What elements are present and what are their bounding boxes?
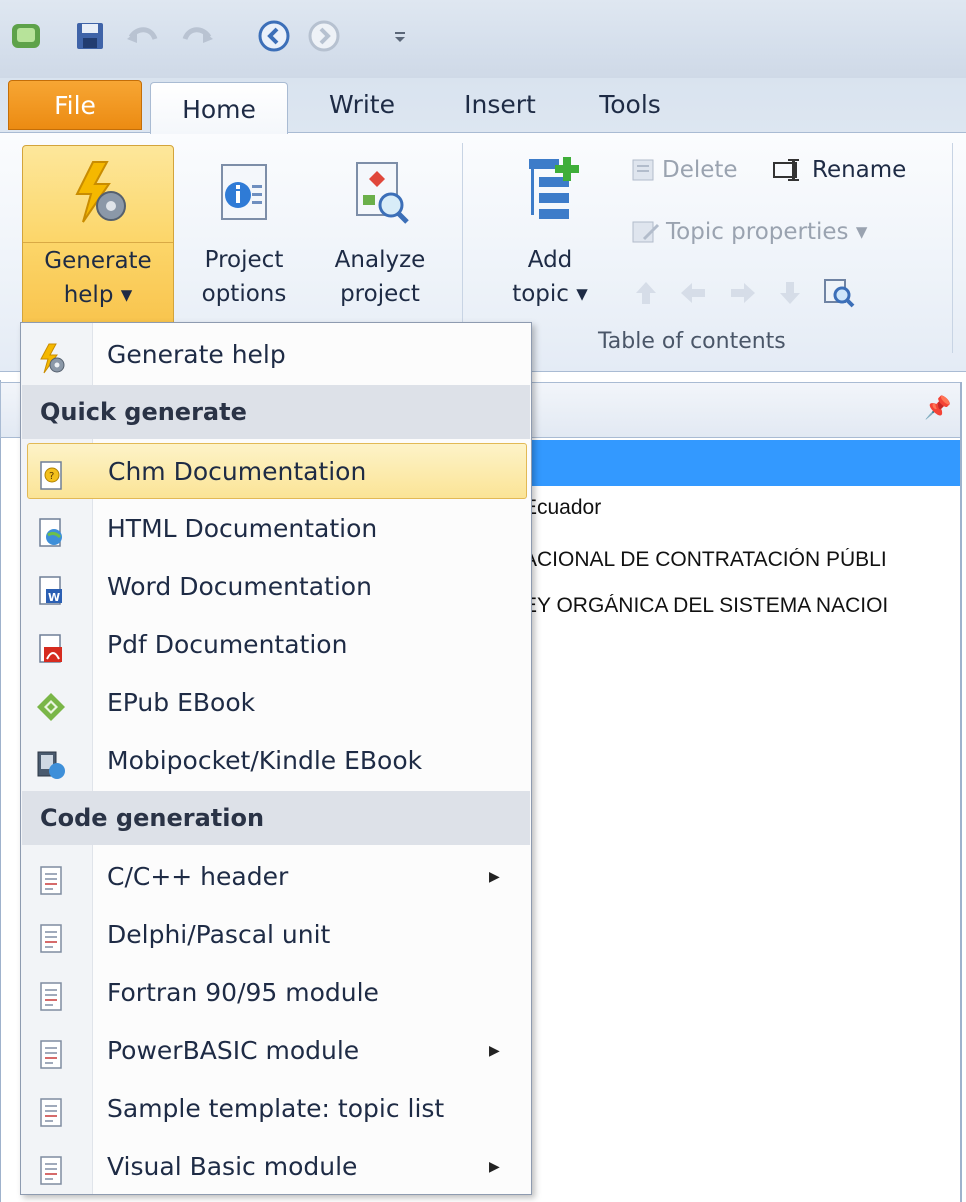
rename-button[interactable]: Rename bbox=[772, 157, 906, 183]
ribbon-tabs: File Home Write Insert Tools bbox=[0, 78, 966, 134]
code-file-icon bbox=[35, 861, 67, 895]
back-icon[interactable] bbox=[256, 18, 292, 54]
split-divider bbox=[23, 242, 173, 243]
menu-item-c-cpp-header[interactable]: C/C++ header ▶ bbox=[21, 849, 531, 905]
generate-help-icon bbox=[23, 160, 173, 234]
customize-qat-icon[interactable] bbox=[382, 18, 418, 54]
generate-help-icon bbox=[35, 339, 67, 374]
project-options-icon bbox=[184, 161, 304, 231]
save-icon[interactable] bbox=[72, 18, 108, 54]
analyze-project-label-2: project bbox=[340, 281, 420, 307]
tree-item[interactable]: ACIONAL DE CONTRATACIÓN PÚBLI bbox=[523, 548, 960, 572]
menu-heading-code-generation: Code generation bbox=[22, 791, 530, 845]
submenu-arrow-icon: ▶ bbox=[489, 1159, 500, 1175]
delete-button[interactable]: Delete bbox=[630, 157, 738, 183]
tree-item[interactable]: ) bbox=[523, 638, 960, 662]
tab-insert[interactable]: Insert bbox=[440, 78, 560, 132]
chm-document-icon: ? bbox=[36, 456, 68, 490]
menu-item-fortran-module[interactable]: Fortran 90/95 module bbox=[21, 965, 531, 1021]
code-file-icon bbox=[35, 1035, 67, 1069]
add-topic-label-1: Add bbox=[527, 247, 573, 273]
move-left-icon[interactable] bbox=[678, 281, 708, 305]
pin-icon[interactable]: 📌 bbox=[924, 396, 951, 421]
analyze-project-button[interactable]: Analyze project bbox=[316, 145, 444, 335]
html-document-icon bbox=[35, 513, 67, 547]
add-topic-label-2: topic ▾ bbox=[512, 281, 588, 307]
pdf-document-icon bbox=[35, 629, 67, 663]
menu-item-sample-template-topic-list[interactable]: Sample template: topic list bbox=[21, 1081, 531, 1137]
delete-label: Delete bbox=[662, 157, 738, 183]
menu-item-visual-basic-module[interactable]: Visual Basic module ▶ bbox=[21, 1139, 531, 1195]
analyze-project-label-1: Analyze bbox=[334, 247, 426, 273]
menu-item-generate-help[interactable]: Generate help bbox=[21, 327, 531, 383]
code-file-icon bbox=[35, 919, 67, 953]
add-topic-button[interactable]: Add topic ▾ bbox=[490, 145, 610, 335]
app-icon[interactable] bbox=[8, 18, 44, 54]
add-topic-icon bbox=[490, 155, 610, 235]
title-bar bbox=[0, 0, 966, 78]
menu-item-chm-documentation[interactable]: ? Chm Documentation bbox=[27, 443, 527, 499]
project-options-label-2: options bbox=[201, 281, 287, 307]
menu-item-epub-ebook[interactable]: EPub EBook bbox=[21, 675, 531, 731]
submenu-arrow-icon: ▶ bbox=[489, 1043, 500, 1059]
menu-item-html-documentation[interactable]: HTML Documentation bbox=[21, 501, 531, 557]
menu-item-delphi-pascal-unit[interactable]: Delphi/Pascal unit bbox=[21, 907, 531, 963]
tab-home[interactable]: Home bbox=[150, 82, 288, 134]
kindle-icon bbox=[35, 745, 67, 779]
menu-item-mobipocket-kindle-ebook[interactable]: Mobipocket/Kindle EBook bbox=[21, 733, 531, 789]
generate-help-button[interactable]: Generate help ▾ bbox=[22, 145, 174, 335]
rename-label: Rename bbox=[812, 157, 907, 183]
forward-icon[interactable] bbox=[306, 18, 342, 54]
rename-icon bbox=[773, 159, 799, 181]
word-document-icon: W bbox=[35, 571, 67, 605]
move-toolbar bbox=[634, 277, 856, 309]
tab-file[interactable]: File bbox=[8, 80, 142, 130]
tree-selected-row[interactable] bbox=[520, 440, 960, 486]
move-up-icon[interactable] bbox=[634, 279, 658, 307]
topic-properties-icon bbox=[632, 221, 660, 243]
tab-tools[interactable]: Tools bbox=[570, 78, 690, 132]
move-right-icon[interactable] bbox=[728, 281, 758, 305]
undo-icon[interactable] bbox=[124, 18, 160, 54]
project-options-label-1: Project bbox=[204, 247, 284, 273]
tree-item[interactable]: Ecuador bbox=[523, 496, 960, 520]
analyze-project-icon bbox=[316, 161, 444, 233]
code-file-icon bbox=[35, 1151, 67, 1185]
project-options-button[interactable]: Project options bbox=[184, 145, 304, 335]
tree-item[interactable]: EY ORGÁNICA DEL SISTEMA NACIOI bbox=[523, 594, 960, 618]
ribbon-group-separator bbox=[952, 143, 953, 353]
code-file-icon bbox=[35, 1093, 67, 1127]
generate-help-menu: Generate help Quick generate ? Chm Docum… bbox=[20, 322, 532, 1195]
topic-properties-label: Topic properties ▾ bbox=[666, 219, 868, 245]
tab-write[interactable]: Write bbox=[302, 78, 422, 132]
menu-item-word-documentation[interactable]: W Word Documentation bbox=[21, 559, 531, 615]
menu-heading-quick-generate: Quick generate bbox=[22, 385, 530, 439]
code-file-icon bbox=[35, 977, 67, 1011]
topic-properties-button[interactable]: Topic properties ▾ bbox=[630, 219, 867, 245]
group-label-table-of-contents: Table of contents bbox=[598, 329, 786, 354]
epub-icon bbox=[35, 687, 67, 721]
redo-icon[interactable] bbox=[180, 18, 216, 54]
svg-text:?: ? bbox=[49, 471, 54, 482]
delete-icon bbox=[632, 159, 654, 181]
generate-help-label-2: help ▾ bbox=[63, 282, 133, 308]
svg-text:W: W bbox=[48, 591, 60, 604]
find-topic-icon[interactable] bbox=[822, 277, 856, 309]
panel-border bbox=[960, 382, 962, 1202]
move-down-icon[interactable] bbox=[778, 279, 802, 307]
menu-item-powerbasic-module[interactable]: PowerBASIC module ▶ bbox=[21, 1023, 531, 1079]
menu-item-pdf-documentation[interactable]: Pdf Documentation bbox=[21, 617, 531, 673]
generate-help-label-1: Generate bbox=[44, 248, 152, 274]
submenu-arrow-icon: ▶ bbox=[489, 869, 500, 885]
